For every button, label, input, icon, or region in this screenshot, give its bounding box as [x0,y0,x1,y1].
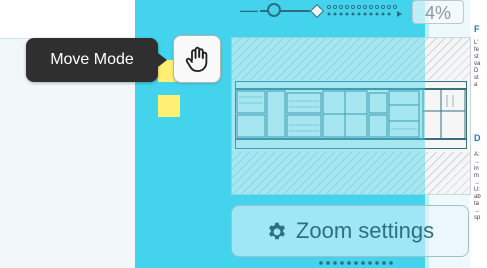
yellow-swatch[interactable] [158,95,180,117]
move-mode-tooltip: Move Mode [26,38,158,82]
doc-heading-1: F [474,24,480,34]
hand-icon [185,46,208,72]
zoom-percentage[interactable]: 4% [412,0,464,24]
canvas-overlay [231,37,425,195]
doc-paragraph-1: L' fe st va D st a [474,40,481,88]
zoom-slider-handle[interactable] [267,3,281,17]
zoom-settings-button[interactable]: Zoom settings [231,205,469,257]
doc-paragraph-2: A: → in m → U: ab ta → sp [474,152,481,221]
zoom-ticks [326,4,402,17]
zoom-settings-label: Zoom settings [295,218,435,243]
doc-heading-2: D [474,133,481,143]
tooltip-label: Move Mode [50,51,134,68]
page-indicator [319,261,393,265]
tooltip-arrow [158,53,167,67]
app-window: F L' fe st va D st a D A: → in m → U: ab… [0,0,487,268]
zoom-out-icon[interactable]: — [240,1,258,19]
gear-icon [268,222,285,240]
left-panel-header [0,0,135,39]
move-mode-button[interactable] [173,35,221,83]
